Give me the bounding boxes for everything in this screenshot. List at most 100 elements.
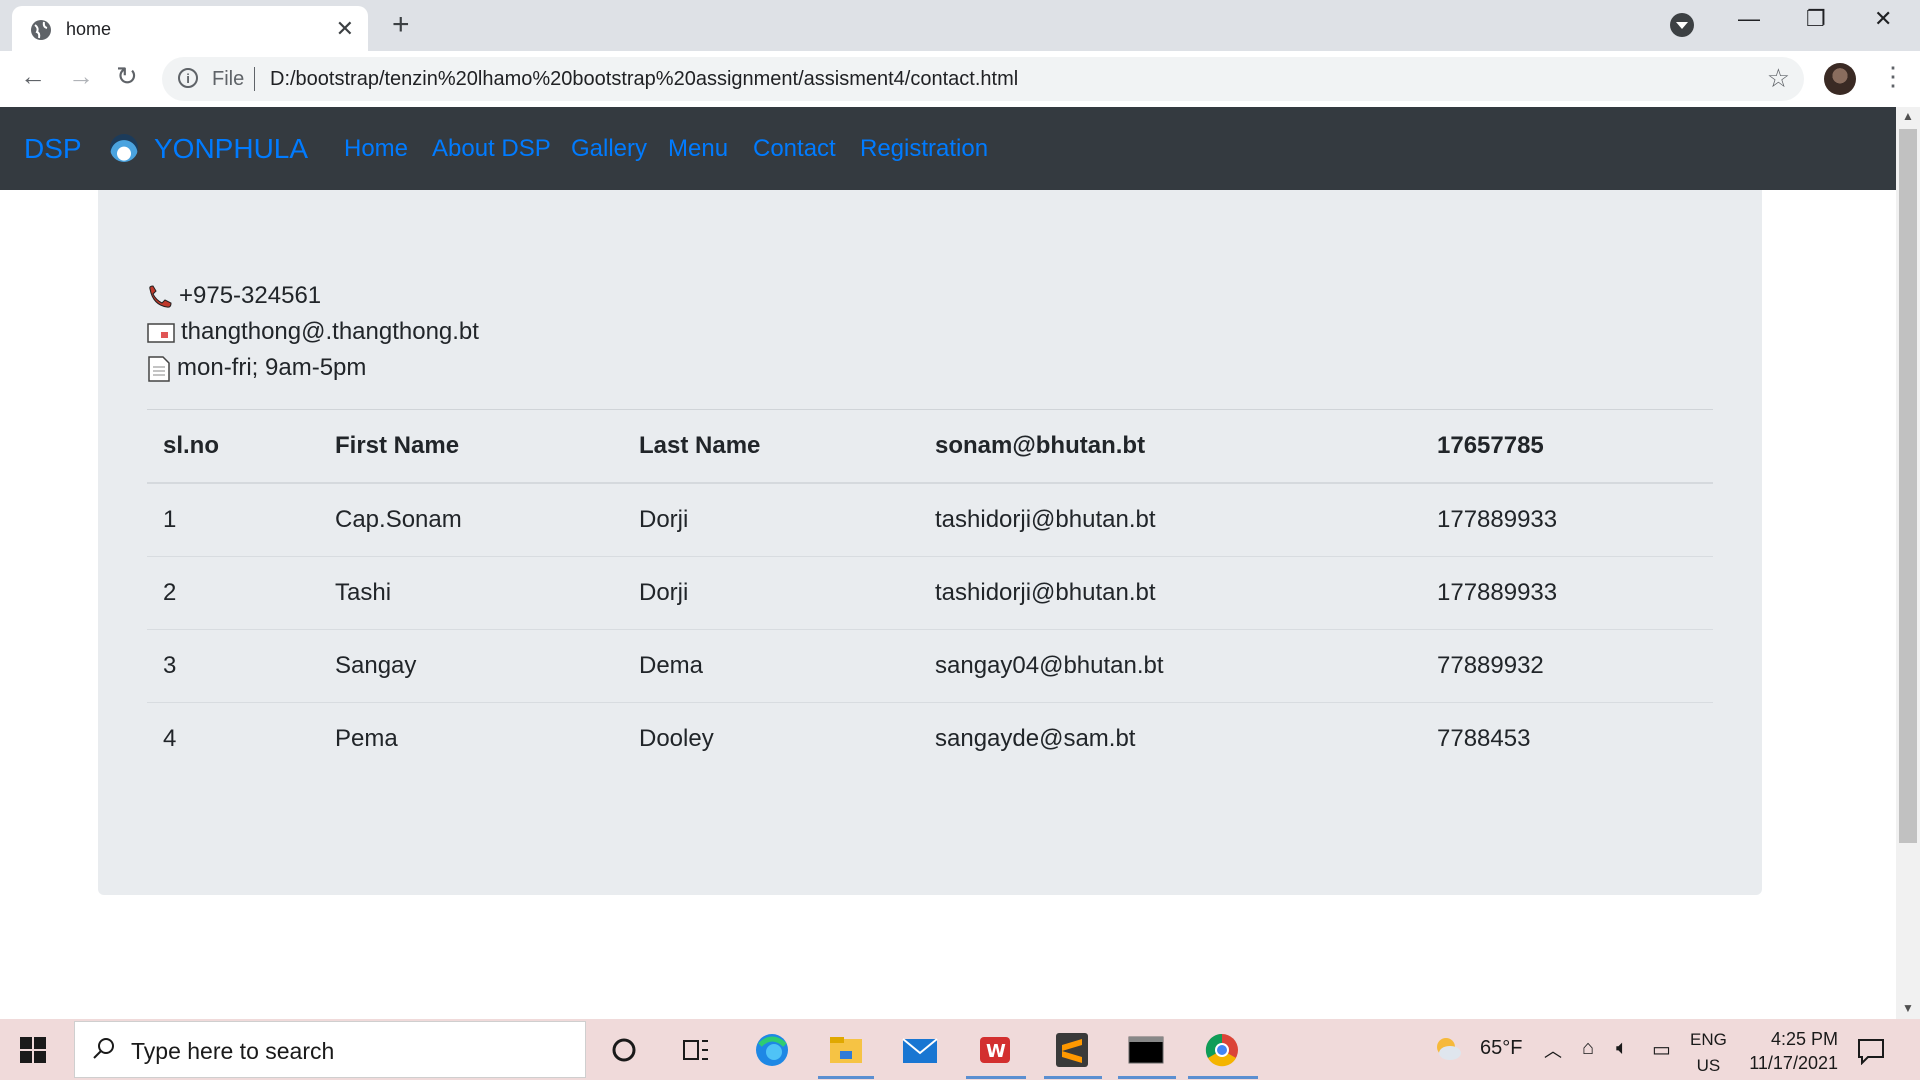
brand-yonphula[interactable]: YONPHULA [154,133,308,165]
reload-button[interactable]: ↻ [116,61,138,92]
language-indicator[interactable]: ENG US [1690,1027,1727,1079]
cell-first-name: Sangay [319,629,623,703]
table-row: 4 Pema Dooley sangayde@sam.bt 7788453 [147,702,1713,775]
tab-search-icon[interactable] [1670,13,1694,37]
cell-phone: 77889932 [1421,629,1713,703]
terminal-active-indicator [1118,1076,1176,1079]
browser-menu-icon[interactable]: ⋮ [1880,61,1906,92]
nav-about[interactable]: About DSP [432,135,551,163]
email-icon [147,322,175,343]
file-explorer-icon[interactable] [826,1031,866,1069]
scroll-up-icon[interactable]: ▲ [1902,109,1914,123]
document-icon [148,355,170,382]
cell-last-name: Dema [623,629,919,703]
contact-table: sl.no First Name Last Name sonam@bhutan.… [147,410,1713,775]
nav-registration[interactable]: Registration [860,135,988,163]
table-header-row: sl.no First Name Last Name sonam@bhutan.… [147,410,1713,484]
cell-last-name: Dorji [623,482,919,557]
region-text: US [1696,1056,1721,1075]
logo-icon[interactable] [110,134,138,162]
terminal-icon[interactable] [1126,1031,1166,1069]
tab-close-icon[interactable]: ✕ [336,16,354,42]
windows-taskbar: Type here to search W 65°F ︿ ⌂ 🔈︎ ▭ ENG … [0,1019,1920,1080]
table-row: 2 Tashi Dorji tashidorji@bhutan.bt 17788… [147,556,1713,630]
scrollbar-thumb[interactable] [1899,129,1917,843]
restore-button[interactable]: ❐ [1806,6,1826,32]
search-icon [93,1038,114,1059]
brand-dsp[interactable]: DSP [24,133,82,165]
explorer-active-indicator [818,1076,874,1079]
language-text: ENG [1690,1030,1727,1049]
cell-last-name: Dorji [623,556,919,630]
mail-icon[interactable] [900,1031,940,1069]
clock-time: 4:25 PM [1770,1029,1838,1049]
taskbar-search[interactable]: Type here to search [74,1021,586,1078]
sublime-text-icon[interactable] [1052,1031,1092,1069]
page-viewport: DSP YONPHULA Home About DSP Gallery Menu… [0,107,1896,1019]
notification-icon[interactable] [1856,1037,1886,1065]
cell-first-name: Pema [319,702,623,775]
clock-date: 11/17/2021 [1749,1053,1838,1073]
cell-email: sangayde@sam.bt [919,702,1421,775]
volume-icon[interactable]: 🔈︎ [1616,1037,1628,1060]
new-tab-button[interactable]: + [392,8,410,42]
chrome-active-indicator [1188,1076,1258,1079]
cell-first-name: Tashi [319,556,623,630]
email-text: thangthong@.thangthong.bt [181,318,479,345]
svg-text:W: W [986,1041,1006,1062]
nav-contact[interactable]: Contact [753,135,836,163]
cell-phone: 177889933 [1421,556,1713,630]
table-row: 1 Cap.Sonam Dorji tashidorji@bhutan.bt 1… [147,482,1713,557]
cortana-icon[interactable] [604,1031,644,1069]
phone-text: +975-324561 [179,282,322,309]
windows-start-icon[interactable] [20,1037,46,1063]
chrome-icon[interactable] [1202,1031,1242,1069]
table-row: 3 Sangay Dema sangay04@bhutan.bt 7788993… [147,629,1713,703]
battery-icon[interactable]: ▭ [1652,1037,1671,1062]
cell-first-name: Cap.Sonam [319,482,623,557]
minimize-button[interactable]: — [1738,6,1760,32]
header-first-name: First Name [319,410,623,484]
cell-phone: 7788453 [1421,702,1713,775]
edge-icon[interactable] [752,1031,792,1069]
cell-email: sangay04@bhutan.bt [919,629,1421,703]
weather-icon[interactable] [1432,1033,1464,1065]
close-window-button[interactable]: ✕ [1874,6,1892,32]
nav-home[interactable]: Home [344,135,408,163]
network-icon[interactable]: ⌂ [1582,1037,1594,1060]
nav-menu[interactable]: Menu [668,135,728,163]
url-separator [254,67,255,91]
cell-email: tashidorji@bhutan.bt [919,556,1421,630]
cell-slno: 4 [147,702,319,775]
wps-office-icon[interactable]: W [976,1031,1016,1069]
nav-gallery[interactable]: Gallery [571,135,647,163]
back-button[interactable]: ← [20,61,46,92]
url-scheme: File [212,68,245,90]
search-placeholder: Type here to search [131,1038,335,1064]
header-phone: 17657785 [1421,410,1713,484]
forward-button[interactable]: → [68,61,94,92]
profile-avatar[interactable] [1824,63,1856,95]
cell-slno: 3 [147,629,319,703]
phone-icon [149,285,172,308]
cell-slno: 2 [147,556,319,630]
site-info-icon[interactable]: i [178,68,198,88]
cell-phone: 177889933 [1421,482,1713,557]
address-bar[interactable]: i File D:/bootstrap/tenzin%20lhamo%20boo… [162,57,1804,101]
contact-hours: mon-fri; 9am-5pm [147,354,366,382]
browser-tab[interactable]: home ✕ [12,6,368,51]
url-text[interactable]: D:/bootstrap/tenzin%20lhamo%20bootstrap%… [270,68,1018,91]
tab-strip: home ✕ + — ❐ ✕ [0,0,1920,51]
hours-text: mon-fri; 9am-5pm [177,354,367,381]
show-hidden-icons-icon[interactable]: ︿ [1544,1037,1562,1063]
bookmark-star-icon[interactable]: ☆ [1767,63,1790,94]
weather-temp[interactable]: 65°F [1480,1037,1522,1060]
contact-jumbotron: +975-324561 thangthong@.thangthong.bt mo… [98,190,1762,895]
task-view-icon[interactable] [676,1031,716,1069]
cell-slno: 1 [147,482,319,557]
cell-last-name: Dooley [623,702,919,775]
scroll-down-icon[interactable]: ▼ [1902,1001,1914,1015]
page-scrollbar[interactable]: ▲ ▼ [1896,107,1920,1019]
sublime-active-indicator [1044,1076,1102,1079]
taskbar-clock[interactable]: 4:25 PM 11/17/2021 [1738,1027,1838,1075]
